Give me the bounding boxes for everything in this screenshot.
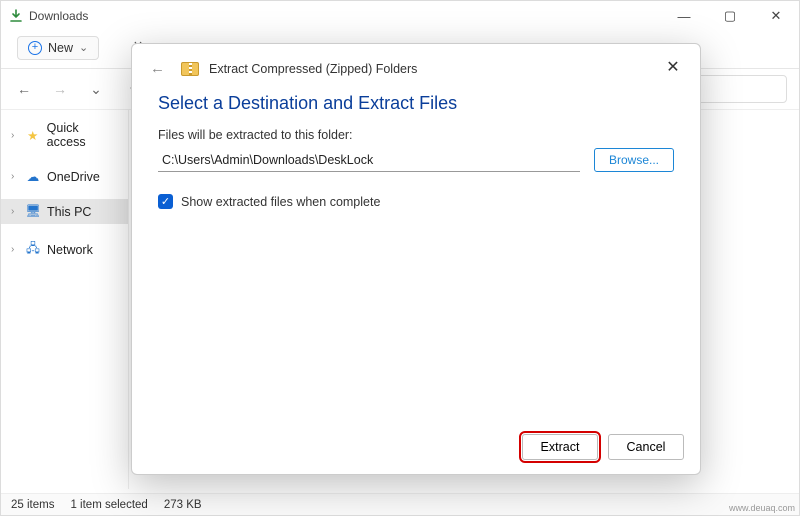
dialog-header: ← Extract Compressed (Zipped) Folders	[132, 44, 700, 83]
modal-overlay: ✕ ← Extract Compressed (Zipped) Folders …	[1, 1, 799, 515]
destination-prompt: Files will be extracted to this folder:	[158, 128, 674, 142]
dialog-header-text: Extract Compressed (Zipped) Folders	[209, 62, 417, 76]
show-files-checkbox[interactable]: ✓	[158, 194, 173, 209]
extract-button[interactable]: Extract	[522, 434, 598, 460]
close-button[interactable]: ✕	[658, 52, 688, 82]
extract-dialog: ✕ ← Extract Compressed (Zipped) Folders …	[131, 43, 701, 475]
cancel-button[interactable]: Cancel	[608, 434, 684, 460]
show-files-checkbox-label: Show extracted files when complete	[181, 195, 380, 209]
dialog-body: Files will be extracted to this folder: …	[132, 128, 700, 209]
zip-folder-icon	[181, 62, 199, 76]
dialog-back-button[interactable]: ←	[150, 60, 165, 77]
dialog-footer: Extract Cancel	[522, 434, 684, 460]
dialog-title: Select a Destination and Extract Files	[132, 83, 700, 128]
browse-button[interactable]: Browse...	[594, 148, 674, 172]
destination-path-input[interactable]	[158, 148, 580, 172]
